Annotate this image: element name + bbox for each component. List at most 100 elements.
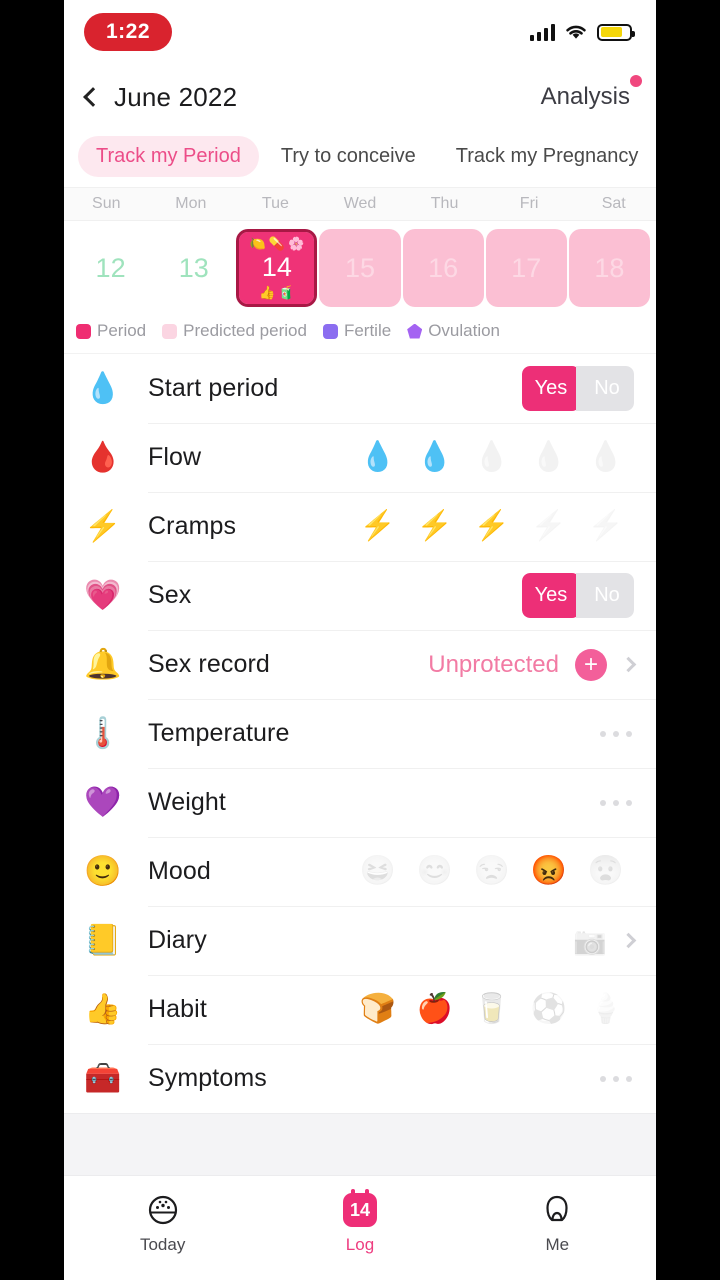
calendar-day-selected[interactable]: 🍋 💊 🌸 14 👍 🧃 — [236, 229, 318, 307]
log-row-symptoms[interactable]: 🧰 Symptoms — [64, 1044, 656, 1113]
legend-label: Predicted period — [183, 321, 307, 340]
weekday-sun: Sun — [92, 195, 121, 212]
legend-label: Fertile — [343, 321, 392, 340]
calendar-day-number: 15 — [344, 252, 376, 283]
flow-bag-icon: 🩸 — [84, 440, 122, 474]
cramps-icon: ⚡ — [84, 509, 122, 543]
mood-option-annoyed[interactable]: 😒 — [463, 857, 520, 886]
sex-record-value: Unprotected — [428, 650, 559, 678]
log-row-weight[interactable]: 💜 Weight — [64, 768, 656, 837]
tab-me[interactable]: Me — [459, 1192, 656, 1255]
habit-option-bread[interactable]: 🍞 — [349, 995, 406, 1024]
habit-option-sport[interactable]: ⚽ — [520, 995, 577, 1024]
legend-item-period: Period — [76, 321, 146, 341]
thumbs-up-icon: 👍 — [84, 992, 122, 1026]
calendar-day[interactable]: 18 — [568, 229, 650, 307]
juice-icon: 🧃 — [278, 285, 295, 300]
weekday-sat: Sat — [601, 195, 626, 212]
nav-back-group[interactable]: June 2022 — [83, 82, 237, 113]
flow-level-3[interactable]: 💧 — [463, 443, 520, 472]
chevron-right-icon[interactable] — [620, 656, 637, 673]
legend-label: Period — [97, 321, 147, 340]
calendar-day[interactable]: 12 — [70, 229, 151, 307]
chevron-right-icon[interactable] — [620, 932, 637, 949]
symptoms-more-dots[interactable] — [600, 1075, 634, 1082]
tab-today[interactable]: Today — [64, 1192, 261, 1255]
tab-me-label: Me — [545, 1235, 570, 1254]
calendar-day[interactable]: 17 — [485, 229, 567, 307]
habit-option-drink[interactable]: 🥛 — [463, 995, 520, 1024]
weight-more-dots[interactable] — [600, 799, 634, 806]
sex-yesno-toggle[interactable]: Yes No — [522, 573, 634, 618]
status-bar: 1:22 — [64, 0, 656, 64]
home-indicator — [64, 1271, 656, 1280]
log-row-cramps[interactable]: ⚡ Cramps ⚡ ⚡ ⚡ ⚡ ⚡ — [64, 492, 656, 561]
log-row-temperature[interactable]: 🌡️ Temperature — [64, 699, 656, 768]
status-time: 1:22 — [84, 13, 173, 51]
sex-yes-button[interactable]: Yes — [522, 573, 580, 618]
tab-track-my-period[interactable]: Track my Period — [78, 136, 259, 177]
mood-face-icon: 🙂 — [84, 854, 122, 888]
log-row-flow[interactable]: 🩸 Flow 💧 💧 💧 💧 💧 — [64, 423, 656, 492]
log-row-diary[interactable]: 📒 Diary 📷 — [64, 906, 656, 975]
cramps-level-3[interactable]: ⚡ — [463, 512, 520, 541]
start-period-no-button[interactable]: No — [576, 366, 634, 411]
log-row-sex-record[interactable]: 🔔 Sex record Unprotected + — [64, 630, 656, 699]
mood-option-angry[interactable]: 😡 — [520, 857, 577, 886]
log-row-label: Flow — [148, 443, 202, 471]
chevron-left-icon[interactable] — [83, 87, 103, 107]
habit-scale[interactable]: 🍞 🍎 🥛 ⚽ 🍦 — [349, 995, 634, 1024]
habit-option-dessert[interactable]: 🍦 — [577, 995, 634, 1024]
calendar-day-number: 12 — [95, 252, 126, 283]
medical-kit-icon: 🧰 — [84, 1061, 122, 1095]
camera-icon[interactable]: 📷 — [573, 925, 607, 957]
cramps-level-4[interactable]: ⚡ — [520, 512, 577, 541]
sex-no-button[interactable]: No — [576, 573, 634, 618]
cramps-level-5[interactable]: ⚡ — [577, 512, 634, 541]
log-row-start-period[interactable]: 💧 Start period Yes No — [64, 354, 656, 423]
calendar-day[interactable]: 16 — [402, 229, 484, 307]
mood-scale[interactable]: 😆 😊 😒 😡 😨 — [349, 857, 634, 886]
temperature-more-dots[interactable] — [600, 730, 634, 737]
flow-level-1[interactable]: 💧 — [349, 443, 406, 472]
sex-record-add-button[interactable]: + — [575, 648, 607, 681]
cramps-level-2[interactable]: ⚡ — [406, 512, 463, 541]
legend-item-predicted-period: Predicted period — [162, 321, 307, 341]
flow-level-2[interactable]: 💧 — [406, 443, 463, 472]
calendar-legend: Period Predicted period Fertile Ovulatio… — [64, 313, 656, 354]
wifi-icon — [566, 25, 586, 39]
flow-level-5[interactable]: 💧 — [577, 443, 634, 472]
tab-try-to-conceive[interactable]: Try to conceive — [263, 136, 434, 177]
log-row-control — [600, 730, 634, 737]
log-row-habit[interactable]: 👍 Habit 🍞 🍎 🥛 ⚽ 🍦 — [64, 975, 656, 1044]
notification-dot-badge — [630, 75, 642, 87]
calendar-day[interactable]: 13 — [153, 229, 234, 307]
calendar-day[interactable]: 15 — [319, 229, 401, 307]
log-row-control: 🍞 🍎 🥛 ⚽ 🍦 — [349, 995, 634, 1024]
list-bottom-filler — [64, 1113, 656, 1175]
log-row-label: Start period — [148, 374, 279, 402]
mood-option-happy[interactable]: 😊 — [406, 857, 463, 886]
day-emoji-bottom: 👍 🧃 — [259, 285, 294, 300]
tab-track-my-pregnancy[interactable]: Track my Pregnancy — [438, 136, 656, 177]
start-period-yesno-toggle[interactable]: Yes No — [522, 366, 634, 411]
log-row-mood[interactable]: 🙂 Mood 😆 😊 😒 😡 😨 — [64, 837, 656, 906]
flow-level-4[interactable]: 💧 — [520, 443, 577, 472]
flow-scale[interactable]: 💧 💧 💧 💧 💧 — [349, 443, 634, 472]
habit-option-apple[interactable]: 🍎 — [406, 995, 463, 1024]
today-fruit-icon — [147, 1192, 179, 1228]
tab-log[interactable]: 14 Log — [261, 1189, 458, 1255]
log-row-sex[interactable]: 💗 Sex Yes No — [64, 561, 656, 630]
cramps-level-1[interactable]: ⚡ — [349, 512, 406, 541]
log-row-label: Diary — [148, 926, 207, 954]
log-row-control: Yes No — [522, 366, 634, 411]
log-row-control: ⚡ ⚡ ⚡ ⚡ ⚡ — [349, 512, 634, 541]
log-row-label: Habit — [148, 995, 207, 1023]
cramps-scale[interactable]: ⚡ ⚡ ⚡ ⚡ ⚡ — [349, 512, 634, 541]
mood-option-scared[interactable]: 😨 — [577, 857, 634, 886]
log-row-control — [600, 1075, 634, 1082]
analysis-button[interactable]: Analysis — [541, 75, 642, 111]
mood-option-laughing[interactable]: 😆 — [349, 857, 406, 886]
start-period-yes-button[interactable]: Yes — [522, 366, 580, 411]
weekday-thu: Thu — [430, 195, 459, 212]
